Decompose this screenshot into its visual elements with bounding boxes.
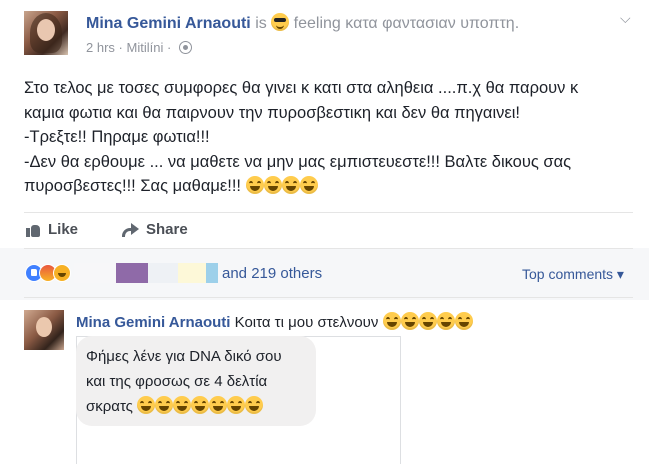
globe-icon[interactable] (178, 41, 192, 54)
post-meta: 2 hrs · Mitilíni · (86, 40, 192, 55)
share-button[interactable]: Share (122, 221, 188, 238)
laughing-emoji-icon (191, 396, 210, 414)
laughing-emoji-icon (299, 176, 318, 194)
post-location[interactable]: Mitilíni (127, 40, 164, 55)
share-label: Share (146, 221, 188, 238)
laughing-emoji-icon (245, 176, 264, 194)
laughing-emoji-icon (173, 396, 192, 414)
laughing-emoji-icon (400, 312, 419, 330)
laughing-emoji-icon (436, 312, 455, 330)
comment-text: Κοιτα τι μου στελνουν (234, 314, 379, 331)
comment: Mina Gemini Arnaouti Κοιτα τι μου στελνο… (76, 312, 473, 331)
laughing-emoji-icon (209, 396, 228, 414)
like-button[interactable]: Like (26, 221, 78, 238)
redacted-name (178, 263, 206, 283)
feeling-text: feeling κατα φαντασιαν υποπτη. (293, 15, 520, 32)
post-line: Στο τελος με τοσες συμφορες θα γινει κ κ… (24, 79, 579, 97)
laughing-emoji-icon (263, 176, 282, 194)
share-arrow-icon (122, 222, 139, 237)
top-comments-dropdown[interactable]: Top comments ▾ (522, 266, 624, 283)
post-card: Mina Gemini Arnaouti is feeling κατα φαν… (0, 0, 649, 464)
meta-dot: · (118, 40, 123, 55)
author-name[interactable]: Mina Gemini Arnaouti (86, 15, 251, 32)
laughing-emoji-icon (245, 396, 264, 414)
post-time[interactable]: 2 hrs (86, 40, 115, 55)
like-label: Like (48, 221, 79, 238)
haha-reaction-icon[interactable] (53, 264, 71, 282)
thumbs-up-icon (26, 223, 40, 237)
reaction-others-link[interactable]: and 219 others (222, 265, 322, 282)
laughing-emoji-icon (281, 176, 300, 194)
post-line-last: πυροσβεστες!!! Σας μαθαμε!!! (24, 174, 624, 199)
laughing-emoji-icon (137, 396, 156, 414)
divider (24, 297, 633, 298)
redacted-name (206, 263, 218, 283)
author-avatar[interactable] (24, 11, 68, 55)
post-line: -Δεν θα ερθουμε ... να μαθετε να μην μας… (24, 152, 572, 171)
laughing-emoji-icon (418, 312, 437, 330)
bubble-line: Φήμες λένε για DNA δικό σου (86, 348, 282, 365)
message-bubble-text: Φήμες λένε για DNA δικό σου και της φροσ… (86, 344, 282, 419)
bubble-line-last: σκρατς (86, 394, 282, 419)
cool-emoji-icon (271, 13, 290, 31)
laughing-emoji-icon (227, 396, 246, 414)
laughing-emoji-icon (155, 396, 174, 414)
post-header: Mina Gemini Arnaouti is feeling κατα φαν… (86, 13, 519, 33)
post-line: πυροσβεστες!!! Σας μαθαμε!!! (24, 177, 241, 195)
meta-dot: · (166, 40, 172, 55)
bubble-line: και της φροσως σε 4 δελτία (86, 373, 268, 390)
redacted-name (148, 263, 178, 283)
commenter-avatar[interactable] (24, 310, 64, 350)
post-line: -Τρεξτε!! Πηραμε φωτια!!! (24, 128, 210, 146)
chevron-down-icon[interactable]: ⌵ (620, 10, 631, 27)
laughing-emoji-icon (454, 312, 473, 330)
is-word: is (255, 15, 267, 32)
redacted-name (74, 263, 116, 283)
commenter-name[interactable]: Mina Gemini Arnaouti (76, 314, 230, 331)
bubble-line: σκρατς (86, 398, 133, 415)
divider (24, 248, 633, 249)
redacted-name (116, 263, 148, 283)
post-line: καμια φωτια και θα παιρνουν την πυροσβεσ… (24, 103, 520, 122)
divider (24, 212, 633, 213)
laughing-emoji-icon (382, 312, 401, 330)
post-body: Στο τελος με τοσες συμφορες θα γινει κ κ… (24, 76, 624, 199)
